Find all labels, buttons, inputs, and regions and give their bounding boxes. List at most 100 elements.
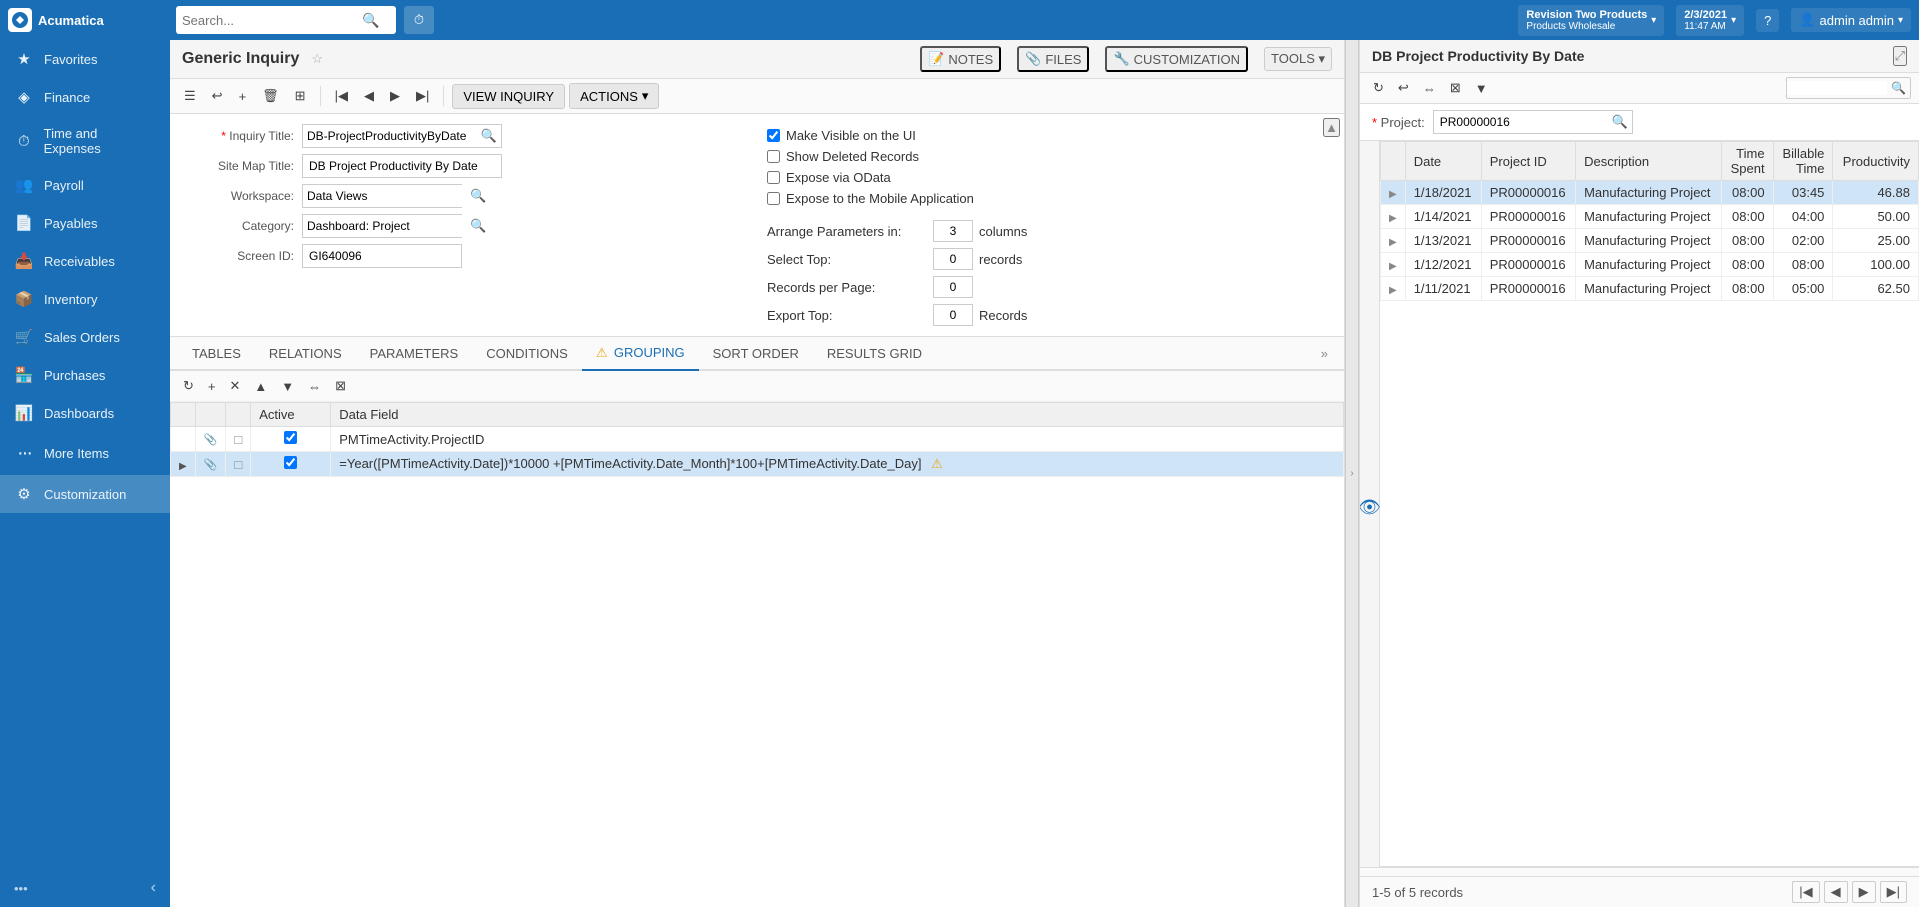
rp-row-expand-cell[interactable]: ▶: [1381, 205, 1406, 229]
tab-results-grid[interactable]: RESULTS GRID: [813, 338, 936, 371]
tab-grouping[interactable]: ⚠ GROUPING: [582, 337, 699, 371]
grid-add-button[interactable]: +: [203, 376, 221, 397]
sidebar-item-dashboards[interactable]: 📊 Dashboards: [0, 394, 170, 432]
rp-row-expand-icon[interactable]: ▶: [1389, 285, 1397, 296]
sidebar-item-finance[interactable]: ◈ Finance: [0, 78, 170, 116]
rp-scroll-bar[interactable]: [1360, 867, 1919, 876]
search-bar[interactable]: 🔍: [176, 6, 396, 34]
rp-search-container[interactable]: 🔍: [1786, 77, 1911, 99]
grid-refresh-button[interactable]: ↻: [178, 375, 199, 397]
table-row[interactable]: ▶ 1/18/2021 PR00000016 Manufacturing Pro…: [1381, 181, 1919, 205]
tab-conditions[interactable]: CONDITIONS: [472, 338, 582, 371]
customization-button[interactable]: 🔧 CUSTOMIZATION: [1105, 46, 1248, 72]
rp-stop-button[interactable]: ⊠: [1445, 77, 1466, 99]
sidebar-item-sales-orders[interactable]: 🛒 Sales Orders: [0, 318, 170, 356]
maximize-button[interactable]: ⤢: [1893, 46, 1907, 66]
tabs-more-button[interactable]: »: [1313, 338, 1336, 369]
project-input-container[interactable]: 🔍: [1433, 110, 1633, 134]
actions-button[interactable]: ACTIONS ▾: [569, 83, 659, 109]
row2-expand-cell[interactable]: ▶: [171, 452, 196, 477]
eye-icon[interactable]: 👁: [1360, 497, 1381, 518]
tab-parameters[interactable]: PARAMETERS: [356, 338, 473, 371]
search-input[interactable]: [182, 13, 362, 28]
undo-button[interactable]: ↩: [206, 84, 229, 108]
panel-separator[interactable]: ›: [1345, 40, 1359, 907]
rp-next-page-button[interactable]: ▶: [1852, 881, 1876, 903]
view-inquiry-button[interactable]: VIEW INQUIRY: [452, 84, 565, 109]
sidebar-item-purchases[interactable]: 🏪 Purchases: [0, 356, 170, 394]
row2-active-checkbox[interactable]: [284, 456, 297, 469]
rp-filter-button[interactable]: ▼: [1470, 78, 1493, 99]
table-row[interactable]: ▶ 1/11/2021 PR00000016 Manufacturing Pro…: [1381, 277, 1919, 301]
sidebar-item-receivables[interactable]: 📥 Receivables: [0, 242, 170, 280]
rp-row-expand-icon[interactable]: ▶: [1389, 189, 1397, 200]
tab-sort-order[interactable]: SORT ORDER: [699, 338, 813, 371]
rp-row-expand-icon[interactable]: ▶: [1389, 237, 1397, 248]
rp-row-expand-cell[interactable]: ▶: [1381, 181, 1406, 205]
first-record-button[interactable]: |◀: [329, 84, 354, 108]
company-selector[interactable]: Revision Two Products Products Wholesale…: [1518, 5, 1664, 36]
tab-tables[interactable]: TABLES: [178, 338, 255, 371]
rp-row-expand-icon[interactable]: ▶: [1389, 261, 1397, 272]
table-row[interactable]: ▶ 1/12/2021 PR00000016 Manufacturing Pro…: [1381, 253, 1919, 277]
datetime-selector[interactable]: 2/3/2021 11:47 AM ▾: [1676, 5, 1744, 36]
make-visible-checkbox[interactable]: [767, 129, 780, 142]
files-button[interactable]: 📎 FILES: [1017, 46, 1089, 72]
expose-odata-checkbox[interactable]: [767, 171, 780, 184]
form-collapse-button[interactable]: ▲: [1323, 118, 1340, 137]
rp-fit-button[interactable]: ⇔: [1418, 78, 1441, 99]
rp-row-expand-icon[interactable]: ▶: [1389, 213, 1397, 224]
screen-id-input[interactable]: [302, 244, 462, 268]
grid-clear-button[interactable]: ⊠: [330, 375, 351, 397]
sidebar-item-time-expenses[interactable]: ⏱ Time and Expenses: [0, 116, 170, 166]
rp-undo-button[interactable]: ↩: [1393, 77, 1414, 99]
table-row[interactable]: ▶ 1/14/2021 PR00000016 Manufacturing Pro…: [1381, 205, 1919, 229]
delete-button[interactable]: 🗑: [256, 84, 285, 108]
category-field-container[interactable]: 🔍: [302, 214, 462, 238]
records-per-page-input[interactable]: [933, 276, 973, 298]
sidebar-item-customization[interactable]: ⚙ Customization: [0, 475, 170, 513]
next-record-button[interactable]: ▶: [384, 84, 406, 108]
rp-prev-page-button[interactable]: ◀: [1824, 881, 1848, 903]
select-top-input[interactable]: [933, 248, 973, 270]
rp-table-scroll[interactable]: Date Project ID Description TimeSpent Bi…: [1380, 141, 1919, 867]
sidebar-item-inventory[interactable]: 📦 Inventory: [0, 280, 170, 318]
help-button[interactable]: ?: [1756, 9, 1779, 32]
category-input[interactable]: [303, 215, 466, 237]
table-row[interactable]: 📎 □ PMTimeActivity.ProjectID: [171, 427, 1344, 452]
grid-fit-button[interactable]: ⇔: [303, 376, 326, 397]
grid-move-up-button[interactable]: ▲: [249, 376, 272, 397]
last-record-button[interactable]: ▶|: [410, 84, 435, 108]
table-row[interactable]: ▶ 1/13/2021 PR00000016 Manufacturing Pro…: [1381, 229, 1919, 253]
workspace-search-icon[interactable]: 🔍: [466, 188, 490, 204]
add-button[interactable]: +: [233, 85, 253, 108]
tools-button[interactable]: TOOLS ▾: [1264, 47, 1332, 71]
export-top-input[interactable]: [933, 304, 973, 326]
category-search-icon[interactable]: 🔍: [466, 218, 490, 234]
logo-area[interactable]: Acumatica: [8, 8, 168, 32]
sidebar-item-more-items[interactable]: ··· More Items: [0, 432, 170, 475]
split-button[interactable]: ⊞: [289, 84, 312, 108]
workspace-input[interactable]: [303, 185, 466, 207]
sidebar-item-payroll[interactable]: 👥 Payroll: [0, 166, 170, 204]
tab-relations[interactable]: RELATIONS: [255, 338, 356, 371]
history-button[interactable]: ⏱: [404, 6, 434, 34]
site-map-title-input[interactable]: [302, 154, 502, 178]
inquiry-title-input[interactable]: [303, 125, 477, 147]
row1-active-checkbox[interactable]: [284, 431, 297, 444]
rp-refresh-button[interactable]: ↻: [1368, 77, 1389, 99]
rp-row-expand-cell[interactable]: ▶: [1381, 253, 1406, 277]
list-view-button[interactable]: ☰: [178, 84, 202, 108]
user-menu-button[interactable]: 👤 admin admin ▾: [1791, 8, 1911, 32]
row1-active-cell[interactable]: [251, 427, 331, 452]
table-row[interactable]: ▶ 📎 □: [171, 452, 1344, 477]
sidebar-item-favorites[interactable]: ★ Favorites: [0, 40, 170, 78]
grouping-grid[interactable]: Active Data Field 📎: [170, 402, 1344, 907]
show-deleted-checkbox[interactable]: [767, 150, 780, 163]
workspace-field-container[interactable]: 🔍: [302, 184, 462, 208]
prev-record-button[interactable]: ◀: [358, 84, 380, 108]
project-input[interactable]: [1434, 115, 1608, 129]
rp-search-input[interactable]: [1787, 81, 1887, 95]
row2-active-cell[interactable]: [251, 452, 331, 477]
grid-move-down-button[interactable]: ▼: [276, 376, 299, 397]
